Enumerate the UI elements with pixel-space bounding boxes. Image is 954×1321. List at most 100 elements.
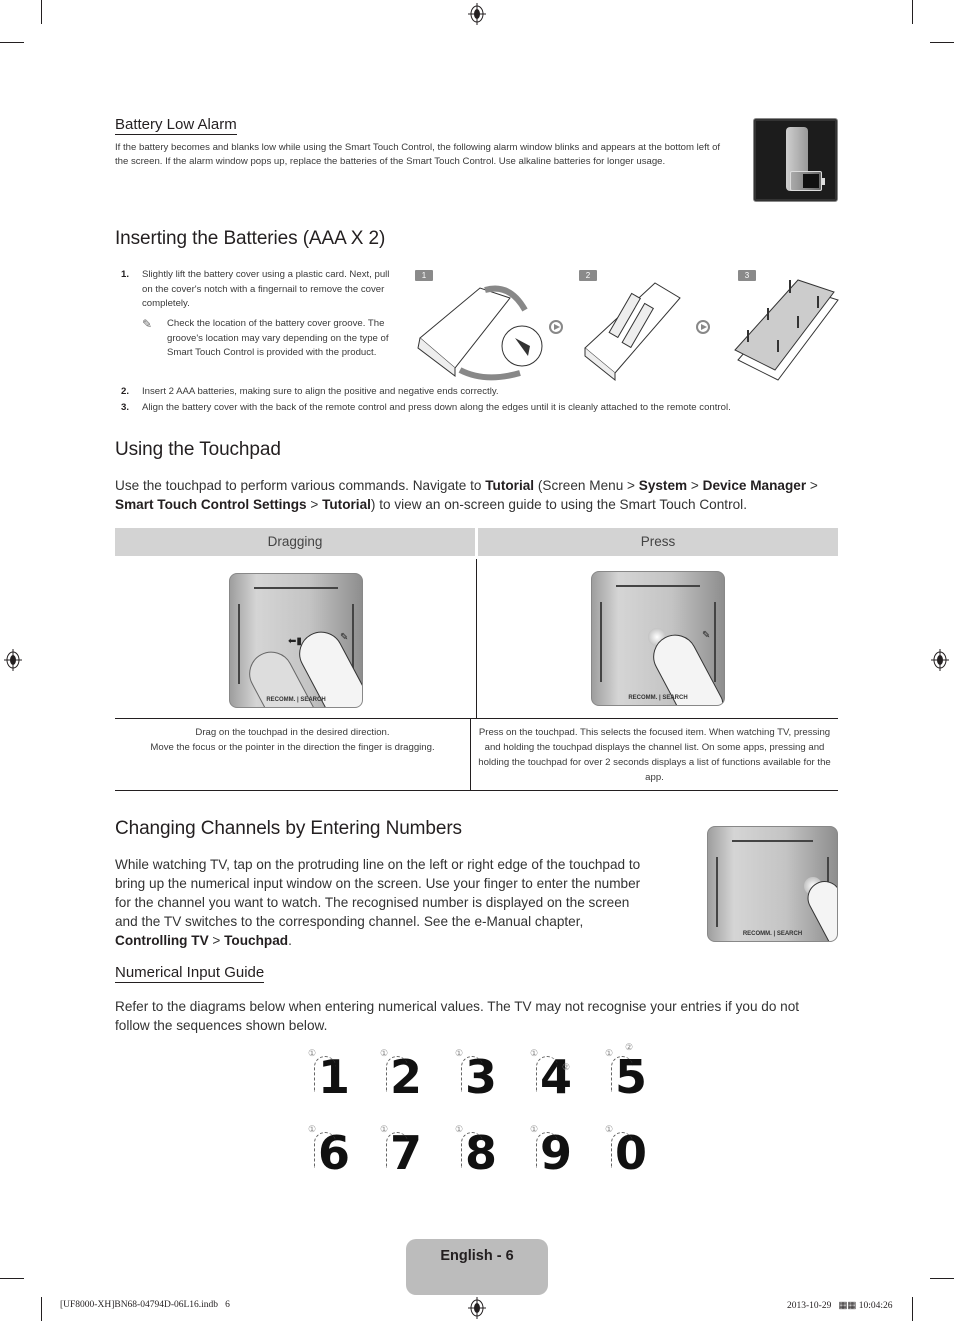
crop-mark [41, 0, 42, 24]
crop-mark [41, 1297, 42, 1321]
step-text: Insert 2 AAA batteries, making sure to a… [142, 386, 499, 397]
stroke-direction-arrow [461, 1056, 483, 1092]
battery-low-alarm-heading: Battery Low Alarm [115, 116, 237, 135]
using-touchpad-heading: Using the Touchpad [115, 439, 281, 460]
file-slug: [UF8000-XH]BN68-04794D-06L16.indb 6 [60, 1300, 230, 1310]
touchpad-drag-illustration: ⬅▮ ✎ RECOMM. | SEARCH [229, 573, 363, 708]
touchpad-gesture-table: Dragging Press ⬅▮ ✎ RECOMM. | SEARCH ✎ R… [115, 528, 838, 791]
registration-mark-icon [4, 649, 22, 671]
registration-mark-icon [468, 1297, 486, 1319]
drag-arrow-icon: ⬅▮ [288, 636, 302, 647]
numerical-input-guide-heading: Numerical Input Guide [115, 964, 265, 983]
crop-mark [0, 1278, 24, 1279]
menu-path-device-manager: Device Manager [702, 478, 807, 493]
low-battery-icon [790, 171, 825, 191]
table-header-row: Dragging Press [115, 528, 838, 556]
intro-text: > [687, 478, 703, 493]
pencil-note-icon: ✎ [142, 317, 153, 331]
battery-low-alarm-section: Battery Low Alarm If the battery becomes… [115, 116, 735, 169]
intro-text: ) to view an on-screen guide to using th… [370, 497, 747, 512]
intro-text: > [306, 497, 323, 512]
header-press: Press [478, 528, 838, 556]
stroke-order-marker: ① [308, 1124, 317, 1134]
pen-123-icon: ✎ [702, 630, 711, 641]
body-text: While watching TV, tap on the protruding… [115, 857, 641, 929]
pen-123-icon: ✎ [340, 632, 349, 643]
stroke-direction-arrow [314, 1132, 336, 1168]
crop-mark [0, 42, 24, 43]
cover-reattach-illustration [734, 279, 839, 381]
crop-mark [912, 1297, 913, 1321]
manual-path-touchpad: Touchpad [224, 933, 289, 948]
battery-figure-2: 2 [575, 268, 695, 383]
stroke-order-marker: ① [530, 1124, 539, 1134]
pad-label: RECOMM. | SEARCH [628, 695, 688, 701]
column-divider [476, 559, 477, 718]
inserting-batteries-heading: Inserting the Batteries (AAA X 2) [115, 228, 386, 249]
stroke-direction-arrow [386, 1132, 408, 1168]
stroke-order-marker: ① [380, 1048, 389, 1058]
step-number: 2. [121, 386, 130, 397]
intro-text: Use the touchpad to perform various comm… [115, 478, 486, 493]
stroke-direction-arrow [386, 1056, 408, 1092]
battery-figure-1: 1 [410, 268, 550, 383]
step-text: Slightly lift the battery cover using a … [142, 269, 390, 309]
crop-mark [930, 1278, 954, 1279]
using-touchpad-intro: Use the touchpad to perform various comm… [115, 476, 840, 514]
page-label: English - 6 [440, 1248, 514, 1264]
menu-path-smart-touch-settings: Smart Touch Control Settings [115, 497, 307, 512]
battery-insertion-illustration [584, 282, 681, 382]
stroke-direction-arrow [536, 1132, 558, 1168]
stroke-order-marker: ① [455, 1124, 464, 1134]
battery-low-alarm-icon [753, 118, 838, 202]
stroke-direction-arrow [536, 1056, 558, 1092]
remote-cover-removal-illustration [417, 285, 543, 381]
step-number: 1. [121, 269, 130, 280]
crop-mark [930, 42, 954, 43]
dragging-description: Drag on the touchpad in the desired dire… [150, 727, 435, 753]
touchpad-number-entry-illustration: RECOMM. | SEARCH [707, 826, 838, 942]
next-step-arrow-icon [549, 320, 563, 334]
menu-path-tutorial: Tutorial [485, 478, 535, 493]
intro-text: (Screen Menu > [534, 478, 639, 493]
table-description-row: Drag on the touchpad in the desired dire… [115, 719, 838, 791]
changing-channels-text: While watching TV, tap on the protruding… [115, 855, 650, 950]
manual-path-controlling-tv: Controlling TV [115, 933, 209, 948]
step-text: Align the battery cover with the back of… [142, 402, 731, 413]
next-step-arrow-icon [696, 320, 710, 334]
touchpad-press-illustration: ✎ RECOMM. | SEARCH [591, 571, 725, 706]
press-description: Press on the touchpad. This selects the … [470, 719, 838, 790]
menu-path-tutorial: Tutorial [322, 497, 371, 512]
stroke-order-marker: ① [530, 1048, 539, 1058]
page-number-tab: English - 6 [406, 1239, 548, 1295]
period: . [288, 933, 292, 948]
stroke-order-marker: ① [605, 1048, 614, 1058]
stroke-order-marker: ① [380, 1124, 389, 1134]
crop-mark [912, 0, 913, 24]
stroke-order-marker: ① [308, 1048, 317, 1058]
stroke-order-marker: ② [625, 1042, 634, 1052]
stroke-direction-arrow [611, 1056, 633, 1092]
note-text: Check the location of the battery cover … [167, 318, 389, 358]
table-image-row: ⬅▮ ✎ RECOMM. | SEARCH ✎ RECOMM. | SEARCH [115, 556, 838, 719]
stroke-direction-arrow [314, 1056, 336, 1092]
stroke-order-marker: ① [455, 1048, 464, 1058]
stroke-order-marker: ② [562, 1062, 571, 1072]
registration-mark-icon [931, 649, 949, 671]
stroke-direction-arrow [611, 1132, 633, 1168]
battery-figure-3: 3 [730, 268, 842, 383]
registration-mark-icon [468, 3, 486, 25]
stroke-order-marker: ① [605, 1124, 614, 1134]
stroke-direction-arrow [461, 1132, 483, 1168]
step-number: 3. [121, 402, 130, 413]
menu-path-system: System [638, 478, 688, 493]
intro-text: > [806, 478, 818, 493]
changing-channels-heading: Changing Channels by Entering Numbers [115, 818, 462, 839]
numerical-input-guide-text: Refer to the diagrams below when enterin… [115, 999, 800, 1033]
date-slug: 2013-10-29 ▦▦ 10:04:26 [787, 1301, 893, 1311]
path-separator: > [208, 933, 225, 948]
battery-low-alarm-text: If the battery becomes and blanks low wh… [115, 142, 721, 167]
header-dragging: Dragging [115, 528, 475, 556]
pad-label: RECOMM. | SEARCH [266, 697, 326, 703]
pad-label: RECOMM. | SEARCH [742, 931, 803, 937]
